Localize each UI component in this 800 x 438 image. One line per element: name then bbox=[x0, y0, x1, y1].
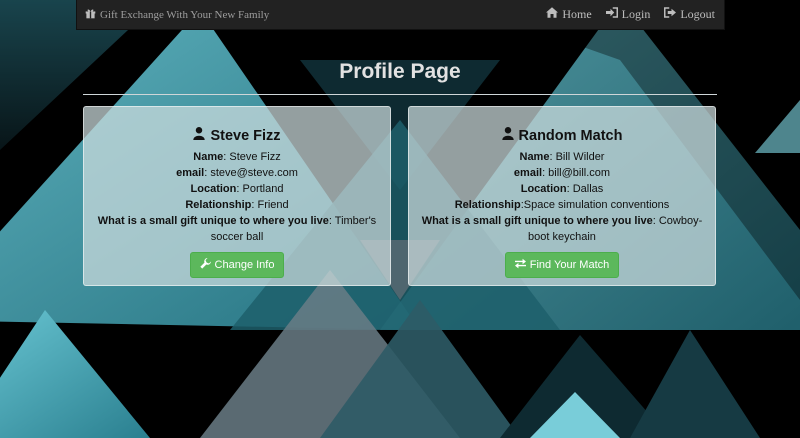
match-heading: Random Match bbox=[419, 127, 705, 144]
navbar-brand-text: Gift Exchange With Your New Family bbox=[100, 8, 270, 21]
match-heading-text: Random Match bbox=[518, 127, 623, 144]
nav-login-label: Login bbox=[621, 7, 651, 21]
match-email-line: email: bill@bill.com bbox=[419, 165, 705, 181]
find-match-label: Find Your Match bbox=[529, 259, 610, 271]
gift-icon bbox=[85, 8, 96, 22]
profile-email-value: : steve@steve.com bbox=[204, 167, 298, 179]
profile-heading-text: Steve Fizz bbox=[210, 127, 281, 144]
navbar: Gift Exchange With Your New Family Home … bbox=[76, 0, 725, 30]
profile-name-label: Name bbox=[193, 151, 224, 163]
user-icon bbox=[501, 127, 514, 144]
profile-location-line: Location: Portland bbox=[94, 181, 380, 197]
nav-logout-label: Logout bbox=[680, 7, 715, 21]
profile-name-line: Name: Steve Fizz bbox=[94, 149, 380, 165]
user-icon bbox=[193, 127, 206, 144]
profile-gift-value-1: : Timber's bbox=[328, 215, 377, 227]
match-gift-label: What is a small gift unique to where you… bbox=[421, 215, 653, 227]
profile-gift-line-2: soccer ball bbox=[210, 231, 264, 243]
match-gift-value-1: : Cowboy- bbox=[652, 215, 703, 227]
home-icon bbox=[546, 7, 559, 22]
profile-heading: Steve Fizz bbox=[94, 127, 380, 144]
match-name-value: : Bill Wilder bbox=[549, 151, 605, 163]
nav-logout-link[interactable]: Logout bbox=[664, 7, 715, 22]
profile-relationship-value: : Friend bbox=[251, 199, 289, 211]
change-info-label: Change Info bbox=[214, 259, 275, 271]
match-relationship-line: Relationship:Space simulation convention… bbox=[419, 197, 705, 213]
profile-relationship-line: Relationship: Friend bbox=[94, 197, 380, 213]
navbar-brand[interactable]: Gift Exchange With Your New Family bbox=[85, 8, 269, 22]
match-email-label: email bbox=[513, 167, 543, 179]
match-location-line: Location: Dallas bbox=[419, 181, 705, 197]
match-location-value: : Dallas bbox=[566, 183, 604, 195]
nav-home-link[interactable]: Home bbox=[546, 7, 592, 22]
profile-gift-label: What is a small gift unique to where you… bbox=[97, 215, 329, 227]
nav-login-link[interactable]: Login bbox=[605, 7, 651, 22]
profile-name-value: : Steve Fizz bbox=[223, 151, 281, 163]
match-email-value: : bill@bill.com bbox=[542, 167, 611, 179]
login-icon bbox=[605, 7, 618, 22]
match-gift-line-2: boot keychain bbox=[528, 231, 596, 243]
profile-email-label: email bbox=[176, 167, 205, 179]
match-gift-line: What is a small gift unique to where you… bbox=[419, 213, 705, 229]
match-name-line: Name: Bill Wilder bbox=[419, 149, 705, 165]
match-name-label: Name bbox=[519, 151, 550, 163]
profile-gift-line: What is a small gift unique to where you… bbox=[94, 213, 380, 229]
match-relationship-label: Relationship bbox=[454, 199, 521, 211]
wrench-icon bbox=[199, 258, 211, 272]
page-title: Profile Page bbox=[339, 60, 461, 83]
match-location-label: Location bbox=[520, 183, 567, 195]
logout-icon bbox=[664, 7, 677, 22]
profile-email-line: email: steve@steve.com bbox=[94, 165, 380, 181]
find-match-button[interactable]: Find Your Match bbox=[504, 252, 620, 278]
title-divider bbox=[83, 94, 717, 95]
change-info-button[interactable]: Change Info bbox=[189, 252, 285, 278]
match-card: Random Match Name: Bill Wilder email: bi… bbox=[408, 106, 716, 286]
match-relationship-value: :Space simulation conventions bbox=[520, 199, 670, 211]
nav-home-label: Home bbox=[562, 7, 592, 21]
profile-card: Steve Fizz Name: Steve Fizz email: steve… bbox=[83, 106, 391, 286]
exchange-icon bbox=[514, 258, 526, 272]
profile-location-label: Location bbox=[190, 183, 237, 195]
profile-location-value: : Portland bbox=[236, 183, 284, 195]
profile-relationship-label: Relationship bbox=[185, 199, 252, 211]
